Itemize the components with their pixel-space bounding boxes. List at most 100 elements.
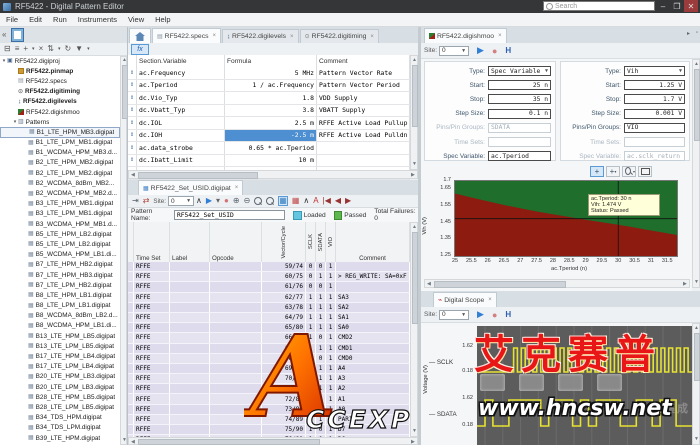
- menu-item-instruments[interactable]: Instruments: [78, 15, 117, 24]
- site-dropdown[interactable]: 0▼: [168, 196, 194, 206]
- tree-item-pattern[interactable]: ▦B5_LTE_HPM_LB2.digipat: [0, 229, 120, 239]
- spec-formula-cell[interactable]: 0.65 * ac.Tperiod: [225, 142, 317, 154]
- tree-item-pattern[interactable]: ▦B8_WCDMA_HPM_LB1.di...: [0, 321, 120, 331]
- tree-item-digishmoo[interactable]: RF5422.digishmoo: [0, 107, 120, 117]
- tree-item-patterns-folder[interactable]: ▾▥Patterns: [0, 117, 120, 127]
- scope-vscroll-thumb[interactable]: [694, 333, 700, 381]
- cursor-options-icon[interactable]: +▾: [606, 166, 620, 177]
- tab-digitiming[interactable]: ⊙RF5422.digitiming×: [300, 29, 379, 43]
- magnifier-icon[interactable]: [254, 197, 262, 205]
- close-icon[interactable]: ×: [213, 33, 217, 39]
- table-row[interactable]: ⇕dc.IOL2.5 mRFFE Active Load Pullup: [128, 117, 410, 130]
- toolbar-icon[interactable]: ∧: [196, 197, 202, 205]
- tree-item-pattern[interactable]: ▦B34_TDS_LPM.digipat: [0, 423, 120, 433]
- toolbar-icon[interactable]: ⇥: [132, 197, 139, 205]
- spec-formula-cell[interactable]: 2.5 m: [225, 117, 317, 129]
- shmoo-vscrollbar[interactable]: ▲ ▼: [692, 59, 700, 288]
- save-icon[interactable]: H: [505, 46, 511, 55]
- tree-item-pattern[interactable]: ▦B3_LTE_HPM_MB1.digipat: [0, 199, 120, 209]
- tree-item-pattern[interactable]: ▦B3_WCDMA_HPM_MB1.d...: [0, 219, 120, 229]
- tree-item-digilevels[interactable]: ↨RF5422.digilevels: [0, 97, 120, 107]
- shmoo-hscrollbar[interactable]: ◀ ▶: [424, 279, 690, 288]
- type-select[interactable]: Vih▼: [624, 66, 685, 76]
- toolbar-icon[interactable]: ⊕: [233, 197, 240, 205]
- pat-col-vectorcycle[interactable]: Vector/Cycle: [262, 222, 306, 262]
- field-input[interactable]: ac.Tperiod: [488, 151, 551, 161]
- search-input[interactable]: Search: [543, 1, 655, 11]
- scope-plot[interactable]: [477, 326, 692, 445]
- type-select[interactable]: Spec Variable▼: [488, 66, 551, 76]
- specs-col-formula[interactable]: Formula: [225, 55, 317, 67]
- tree-item-pattern[interactable]: ▦B13_LTE_LPM_LB5.digipat: [0, 341, 120, 351]
- tree-item-pattern[interactable]: ▦B20_LTE_HPM_LB3.digipat: [0, 372, 120, 382]
- spec-formula-cell[interactable]: 5 MHz: [225, 67, 317, 79]
- table-row[interactable]: ⇕ac.Frequency5 MHzPattern Vector Rate: [128, 67, 410, 80]
- table-row[interactable]: ⇕dc.Vbatt_Typ3.8VBATT Supply: [128, 105, 410, 118]
- field-input[interactable]: 25 n: [488, 80, 551, 90]
- toolbar-icon[interactable]: ∧: [303, 197, 309, 205]
- toolbar-icon[interactable]: A: [313, 197, 318, 205]
- shmoo-tab[interactable]: RF5422.digishmoo ×: [424, 28, 507, 43]
- scroll-left-icon[interactable]: ◀: [427, 282, 431, 287]
- field-input[interactable]: 35 n: [488, 94, 551, 104]
- table-row[interactable]: ⇕dc.IOH-2.5 mRFFE Active Load Pulldn: [128, 130, 410, 143]
- fx-icon[interactable]: fx: [131, 44, 149, 55]
- tree-item-pattern[interactable]: ▦B39_LTE_HPM.digipat: [0, 433, 120, 443]
- specs-hscroll-thumb[interactable]: [138, 172, 258, 179]
- tree-item-specs[interactable]: ▤RF5422.specs: [0, 76, 120, 86]
- scroll-right-icon[interactable]: ▶: [411, 440, 415, 445]
- toolbar-icon[interactable]: ◀: [335, 197, 341, 205]
- specs-col-variable[interactable]: Section.Variable: [137, 55, 225, 67]
- digipat-hscrollbar[interactable]: ◀ ▶: [128, 437, 418, 445]
- scroll-right-icon[interactable]: ▶: [683, 282, 687, 287]
- tab-digilevels[interactable]: ↨RF5422.digilevels×: [222, 29, 299, 43]
- run-scope-icon[interactable]: ▶: [477, 309, 484, 320]
- site-dropdown[interactable]: 0▼: [439, 46, 469, 56]
- table-row[interactable]: RFFE63/78111SA2: [128, 303, 410, 313]
- spec-formula-cell[interactable]: 3.8: [225, 105, 317, 117]
- spec-formula-cell[interactable]: 1.8: [225, 92, 317, 104]
- record-icon[interactable]: ●: [492, 310, 497, 320]
- table-row[interactable]: ⇕dc.Ibatt_Limit10 m: [128, 155, 410, 168]
- table-row[interactable]: RFFE69/84111A4: [128, 364, 410, 374]
- magnifier-icon[interactable]: [266, 197, 274, 205]
- field-input[interactable]: VIO: [624, 123, 685, 133]
- tree-item-digitiming[interactable]: ⊙RF5422.digitiming: [0, 87, 120, 97]
- tree-item-pattern[interactable]: ▦B28_LTE_HPM_LB5.digipat: [0, 392, 120, 402]
- home-tab[interactable]: [129, 28, 151, 43]
- pin-panel-icon[interactable]: ▸: [687, 30, 690, 37]
- tree-item-pattern[interactable]: ▦B2_LTE_HPM_MB2.digipat: [0, 158, 120, 168]
- tree-item-pattern[interactable]: ▦B2_WCDMA_8dBm_MB2...: [0, 178, 120, 188]
- tree-scrollbar[interactable]: ▲ ▼: [120, 56, 127, 445]
- tree-item-pattern[interactable]: ▦B1_LTE_LPM_MB1.digipat: [0, 138, 120, 148]
- scroll-down-icon[interactable]: ▼: [694, 280, 699, 285]
- new-file-icon[interactable]: [11, 28, 24, 42]
- menu-item-help[interactable]: Help: [155, 15, 170, 24]
- filter-icon[interactable]: ▼: [75, 45, 83, 53]
- table-row[interactable]: RFFE61/76001: [128, 282, 410, 292]
- specs-col-comment[interactable]: Comment: [317, 55, 410, 67]
- zoom-tool-icon[interactable]: ▾: [622, 166, 636, 177]
- scroll-up-icon[interactable]: ▲: [694, 62, 699, 67]
- close-icon[interactable]: ×: [488, 297, 492, 303]
- tree-item-pattern[interactable]: ▦B8_LTE_HPM_LB1.digipat: [0, 290, 120, 300]
- field-input[interactable]: 1.7 V: [624, 94, 685, 104]
- list-view-icon[interactable]: ⊟: [4, 45, 11, 53]
- scroll-left-icon[interactable]: ◀: [131, 440, 135, 445]
- tree-item-pattern[interactable]: ▦B8_WCDMA_8dBm_LB2.d...: [0, 311, 120, 321]
- shmoo-vscroll-thumb[interactable]: [694, 69, 700, 141]
- minimize-button[interactable]: –: [656, 0, 670, 12]
- tree-item-pattern[interactable]: ▦B28_LTE_LPM_LB5.digipat: [0, 402, 120, 412]
- close-icon[interactable]: ×: [498, 33, 502, 39]
- menu-item-file[interactable]: File: [6, 15, 18, 24]
- close-icon[interactable]: ×: [370, 34, 374, 40]
- sort-icon[interactable]: ⇅: [47, 45, 54, 53]
- tree-item-pattern[interactable]: ▦B13_LTE_HPM_LB5.digipat: [0, 331, 120, 341]
- site-dropdown[interactable]: 0▼: [439, 310, 469, 320]
- digipat-hscroll-thumb[interactable]: [138, 439, 320, 445]
- toolbar-icon[interactable]: ▶: [345, 197, 351, 205]
- pat-col-label[interactable]: Label: [170, 222, 210, 262]
- shmoo-plot[interactable]: [454, 180, 678, 257]
- pat-col-sclk[interactable]: SCLK: [306, 222, 316, 262]
- scope-tab[interactable]: ⌁ Digital Scope ×: [433, 292, 497, 307]
